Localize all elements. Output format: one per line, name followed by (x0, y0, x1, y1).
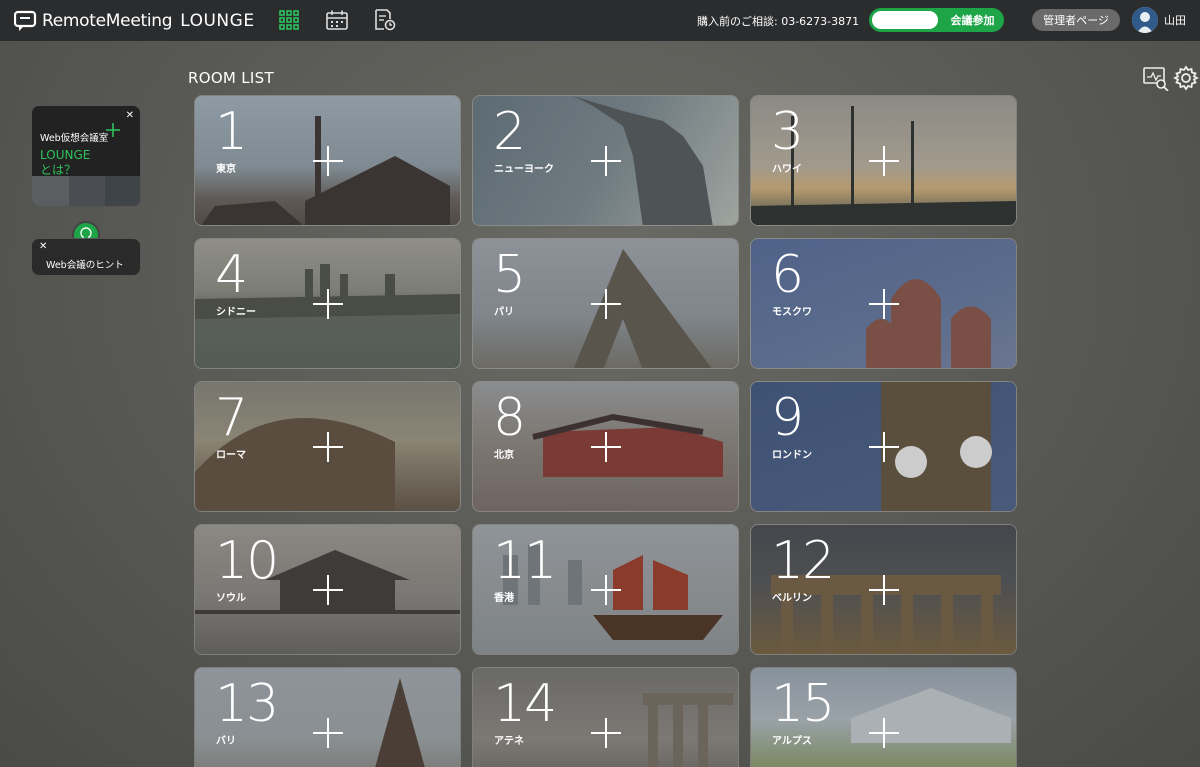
user-menu[interactable]: 山田 (1132, 7, 1186, 33)
room-card-15[interactable]: 15 アルプス (750, 667, 1017, 767)
room-number: 8 (493, 388, 526, 448)
product-name: LOUNGE (180, 10, 255, 31)
room-card-13[interactable]: 13 バリ (194, 667, 461, 767)
room-number: 9 (771, 388, 804, 448)
room-card-1[interactable]: 1 東京 (194, 95, 461, 226)
add-icon (869, 289, 899, 319)
brand-name: RemoteMeeting (42, 10, 173, 31)
room-card-3[interactable]: 3 ハワイ (750, 95, 1017, 226)
logo-chat-icon (13, 10, 38, 32)
add-icon (313, 718, 343, 748)
app-logo[interactable]: RemoteMeeting LOUNGE (13, 10, 255, 32)
room-card-11[interactable]: 11 香港 (472, 524, 739, 655)
room-number: 7 (215, 388, 248, 448)
room-card-9[interactable]: 9 ロンドン (750, 381, 1017, 512)
add-icon (591, 289, 621, 319)
join-meeting-group: 会議参加 (869, 8, 1004, 32)
avatar (1132, 7, 1158, 33)
add-icon (313, 432, 343, 462)
room-city: ローマ (216, 450, 246, 461)
room-number: 3 (771, 102, 804, 162)
add-icon (869, 718, 899, 748)
grid-icon[interactable] (278, 9, 300, 31)
room-card-6[interactable]: 6 モスクワ (750, 238, 1017, 369)
room-number: 5 (493, 245, 526, 305)
promo-headline-line2: とは？ (40, 163, 77, 177)
monitor-search-icon[interactable] (1143, 65, 1169, 95)
room-city: モスクワ (772, 307, 812, 318)
room-card-4[interactable]: 4 シドニー (194, 238, 461, 369)
promo-headline: LOUNGE とは？ (40, 148, 90, 178)
add-icon (313, 146, 343, 176)
report-icon[interactable] (374, 9, 396, 31)
top-header: RemoteMeeting LOUNGE 購入前のご相談: 03-6273-38… (0, 0, 1200, 41)
room-city: ベルリン (772, 593, 812, 604)
room-city: バリ (216, 736, 236, 747)
room-number: 15 (771, 674, 835, 734)
add-icon (591, 575, 621, 605)
meeting-tips-card[interactable]: ✕ Web会議のヒント (31, 238, 141, 276)
room-city: 北京 (494, 450, 514, 461)
page-title: ROOM LIST (188, 69, 274, 87)
room-number: 2 (493, 102, 526, 162)
user-name: 山田 (1164, 14, 1186, 27)
room-card-2[interactable]: 2 ニューヨーク (472, 95, 739, 226)
room-number: 4 (215, 245, 248, 305)
sales-contact: 購入前のご相談: 03-6273-3871 (697, 15, 860, 28)
gear-icon[interactable] (1172, 65, 1200, 95)
room-number: 11 (493, 531, 557, 591)
room-number: 10 (215, 531, 279, 591)
room-city: シドニー (216, 307, 256, 318)
add-icon (869, 575, 899, 605)
calendar-icon[interactable] (326, 9, 348, 31)
room-city: ハワイ (772, 164, 802, 175)
room-city: ロンドン (772, 450, 812, 461)
room-tools (1143, 65, 1200, 95)
room-number: 12 (771, 531, 835, 591)
room-city: ニューヨーク (494, 164, 554, 175)
add-icon (313, 289, 343, 319)
room-number: 6 (771, 245, 804, 305)
promo-title: Web仮想会議室 (40, 133, 109, 144)
room-card-7[interactable]: 7 ローマ (194, 381, 461, 512)
add-icon (869, 432, 899, 462)
room-city: パリ (494, 307, 514, 318)
room-card-5[interactable]: 5 パリ (472, 238, 739, 369)
room-city: 東京 (216, 164, 236, 175)
promo-headline-line1: LOUNGE (40, 148, 91, 162)
add-icon (313, 575, 343, 605)
room-city: ソウル (216, 593, 246, 604)
room-card-10[interactable]: 10 ソウル (194, 524, 461, 655)
main-nav (278, 9, 396, 31)
room-number: 14 (493, 674, 557, 734)
promo-thumbnails (32, 176, 140, 206)
room-number: 13 (215, 674, 279, 734)
room-card-8[interactable]: 8 北京 (472, 381, 739, 512)
tips-close-button[interactable]: ✕ (39, 241, 47, 252)
add-icon (591, 432, 621, 462)
tips-label: Web会議のヒント (46, 260, 124, 271)
room-card-14[interactable]: 14 アテネ (472, 667, 739, 767)
add-icon (591, 718, 621, 748)
room-city: アルプス (772, 736, 812, 747)
promo-close-button[interactable]: ✕ (126, 110, 134, 121)
room-city: アテネ (494, 736, 524, 747)
join-meeting-button[interactable]: 会議参加 (941, 8, 1004, 32)
room-city: 香港 (494, 593, 514, 604)
room-number: 1 (215, 102, 248, 162)
add-icon (591, 146, 621, 176)
add-icon (869, 146, 899, 176)
meeting-code-input[interactable] (872, 11, 938, 29)
room-card-12[interactable]: 12 ベルリン (750, 524, 1017, 655)
lounge-promo-card[interactable]: ✕ Web仮想会議室 LOUNGE とは？ (31, 105, 141, 207)
admin-page-button[interactable]: 管理者ページ (1032, 9, 1120, 31)
